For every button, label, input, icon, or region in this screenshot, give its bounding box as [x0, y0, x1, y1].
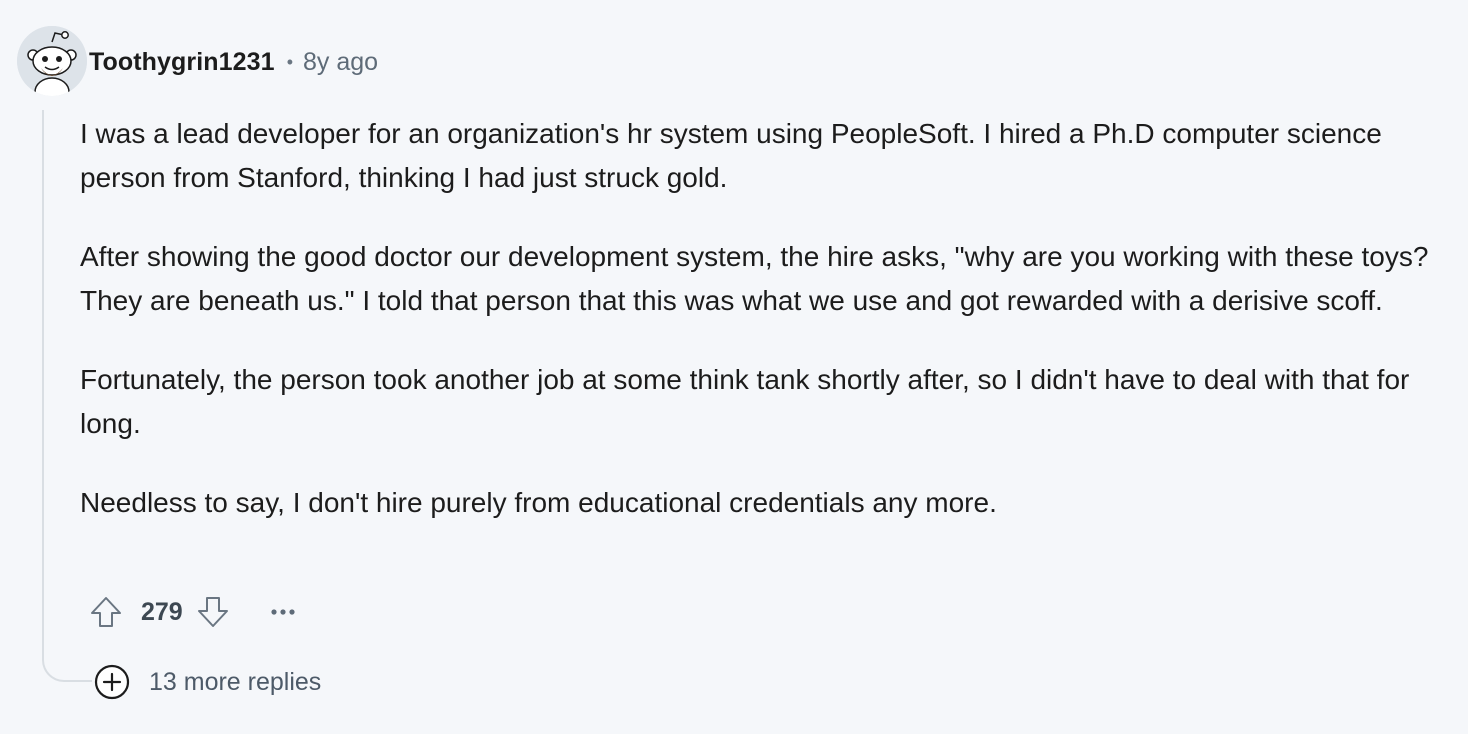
vote-score: 279 — [141, 597, 183, 626]
thread-line-connector — [42, 642, 92, 682]
upvote-button[interactable] — [86, 592, 126, 632]
comment-paragraph: Needless to say, I don't hire purely fro… — [80, 487, 997, 518]
downvote-button[interactable] — [193, 592, 233, 632]
comment-paragraph: I was a lead developer for an organizati… — [80, 118, 1382, 193]
arrow-down-icon — [197, 597, 228, 627]
comment-body: I was a lead developer for an organizati… — [80, 112, 1450, 560]
author-username[interactable]: Toothygrin1231 — [89, 48, 275, 77]
ellipsis-icon — [271, 609, 295, 615]
comment: Toothygrin1231 • 8y ago I was a lead dev… — [0, 0, 1468, 734]
more-options-button[interactable] — [263, 592, 303, 632]
meta-separator: • — [286, 51, 294, 72]
snoo-avatar-icon — [17, 26, 87, 96]
comment-timestamp[interactable]: 8y ago — [303, 48, 378, 77]
user-avatar[interactable] — [17, 26, 87, 96]
comment-header: Toothygrin1231 • 8y ago — [89, 44, 378, 80]
more-replies-button[interactable]: 13 more replies — [94, 663, 321, 701]
thread-line[interactable] — [42, 110, 44, 652]
more-replies-label: 13 more replies — [149, 667, 322, 696]
comment-action-bar: 279 — [86, 590, 303, 634]
comment-paragraph: After showing the good doctor our develo… — [80, 241, 1429, 316]
arrow-up-icon — [91, 597, 121, 627]
plus-circle-icon — [94, 664, 130, 700]
comment-paragraph: Fortunately, the person took another job… — [80, 364, 1410, 439]
